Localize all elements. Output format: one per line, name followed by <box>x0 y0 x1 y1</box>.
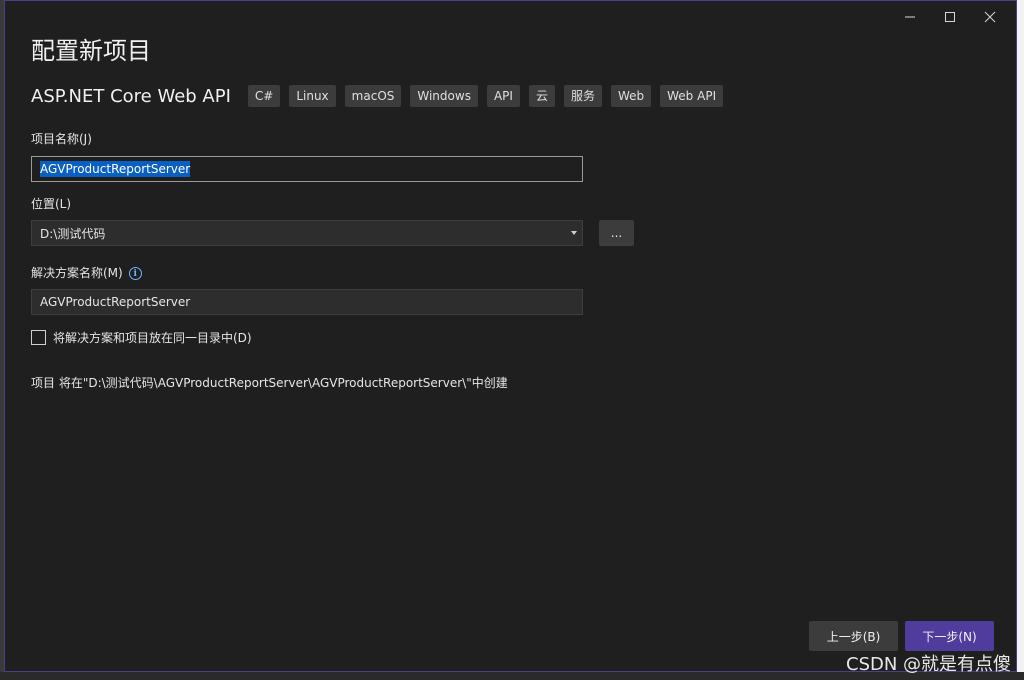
location-select[interactable]: D:\测试代码 <box>31 220 583 246</box>
solution-name-value: AGVProductReportServer <box>40 295 191 309</box>
chevron-down-icon <box>571 231 577 235</box>
project-name-input[interactable]: AGVProductReportServer <box>31 156 583 182</box>
tag-web: Web <box>610 85 652 107</box>
project-name-value: AGVProductReportServer <box>40 161 191 177</box>
project-path-note: 项目 将在"D:\测试代码\AGVProductReportServer\AGV… <box>31 376 508 390</box>
next-button[interactable]: 下一步(N) <box>905 621 994 651</box>
maximize-icon <box>945 12 955 22</box>
tag-cloud: 云 <box>528 85 555 107</box>
minimize-icon <box>905 16 915 18</box>
solution-name-label: 解决方案名称(M) <box>31 266 123 280</box>
template-name: ASP.NET Core Web API <box>31 85 231 107</box>
tag-service: 服务 <box>563 85 602 107</box>
same-directory-option[interactable]: 将解决方案和项目放在同一目录中(D) <box>31 329 252 346</box>
solution-name-label-row: 解决方案名称(M) i <box>31 264 142 281</box>
location-label: 位置(L) <box>31 197 72 211</box>
same-directory-checkbox[interactable] <box>31 330 46 345</box>
template-header: ASP.NET Core Web API C# Linux macOS Wind… <box>31 85 732 107</box>
solution-name-input[interactable]: AGVProductReportServer <box>31 289 583 315</box>
tag-api: API <box>486 85 520 107</box>
close-icon <box>984 11 996 23</box>
maximize-button[interactable] <box>930 5 970 29</box>
same-directory-label: 将解决方案和项目放在同一目录中(D) <box>53 331 252 345</box>
close-button[interactable] <box>970 5 1010 29</box>
project-name-label: 项目名称(J) <box>31 132 92 146</box>
browse-button[interactable]: ... <box>599 220 634 246</box>
minimize-button[interactable] <box>890 5 930 29</box>
back-button[interactable]: 上一步(B) <box>809 621 898 651</box>
tag-windows: Windows <box>410 85 478 107</box>
tag-web-api: Web API <box>660 85 724 107</box>
configure-project-dialog: 配置新项目 ASP.NET Core Web API C# Linux macO… <box>4 0 1017 672</box>
tag-csharp: C# <box>247 85 281 107</box>
location-value: D:\测试代码 <box>40 226 106 241</box>
info-icon[interactable]: i <box>128 267 142 280</box>
background-window-edge <box>1017 0 1024 680</box>
page-title: 配置新项目 <box>31 37 151 65</box>
window-controls <box>890 5 1010 29</box>
tag-linux: Linux <box>289 85 336 107</box>
tag-macos: macOS <box>344 85 402 107</box>
watermark: CSDN @就是有点傻 <box>846 654 1012 675</box>
